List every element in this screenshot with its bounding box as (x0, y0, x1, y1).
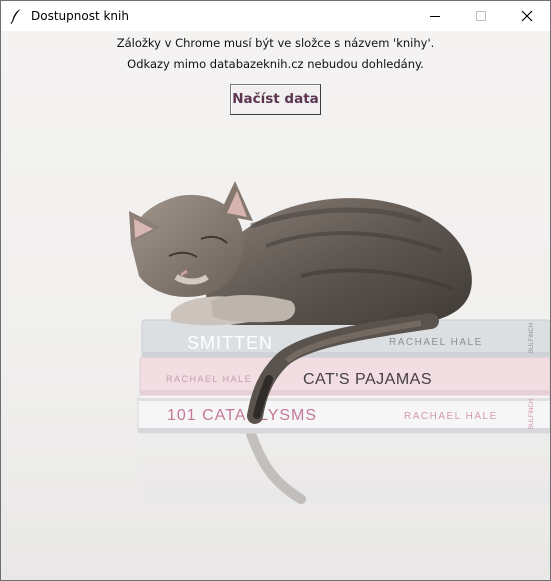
close-button[interactable] (504, 1, 550, 31)
maximize-icon (476, 11, 486, 21)
window-title: Dostupnost knih (31, 9, 129, 23)
close-icon (521, 10, 533, 22)
book-author-3: RACHAEL HALE (389, 337, 483, 348)
info-text-links: Odkazy mimo databazeknih.cz nebudou dohl… (127, 57, 424, 71)
book-publisher-3: BULFINCH (529, 323, 535, 353)
book-title-cats-pajamas: CAT'S PAJAMAS (303, 371, 432, 388)
title-bar[interactable]: Dostupnost knih (1, 1, 550, 31)
app-window: Dostupnost knih 101 CATACLYSMS RACHAEL H… (0, 0, 551, 581)
info-text-folder: Záložky v Chrome musí být ve složce s ná… (116, 36, 435, 50)
minimize-icon (430, 16, 440, 17)
minimize-button[interactable] (412, 1, 458, 31)
book-publisher-1: BULFINCH (529, 399, 535, 429)
book-title-smitten: SMITTEN (187, 333, 273, 353)
book-title-101-cataclysms: 101 CATACLYSMS (167, 407, 317, 424)
feather-icon (10, 9, 21, 24)
load-data-button[interactable]: Načíst data (230, 84, 321, 115)
book-author-1: RACHAEL HALE (404, 411, 498, 422)
main-area: 101 CATACLYSMS RACHAEL HALE BULFINCH RAC… (1, 31, 550, 580)
maximize-button[interactable] (458, 1, 504, 31)
book-author-2: RACHAEL HALE (166, 374, 252, 384)
